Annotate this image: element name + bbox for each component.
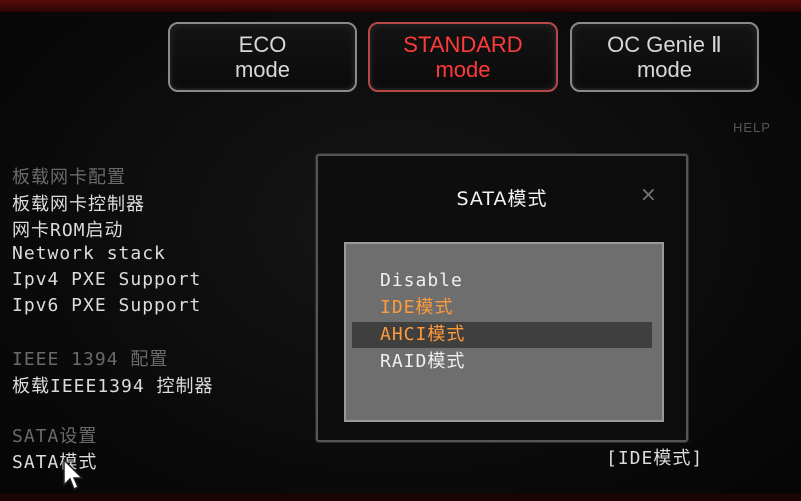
menu-item-ipv6-pxe[interactable]: Ipv6 PXE Support: [12, 295, 201, 316]
menu-section-ieee1394: IEEE 1394 配置: [12, 349, 169, 370]
menu-item-ieee1394-controller[interactable]: 板载IEEE1394 控制器: [12, 372, 214, 398]
option-ahci-mode[interactable]: AHCI模式: [352, 322, 652, 348]
menu-item-ipv4-pxe[interactable]: Ipv4 PXE Support: [12, 269, 201, 290]
eco-mode-label: ECO: [238, 32, 287, 57]
eco-mode-button[interactable]: ECO mode: [168, 22, 357, 92]
help-label: HELP: [733, 120, 771, 135]
dialog-title: SATA模式: [456, 188, 548, 210]
close-icon[interactable]: ×: [640, 182, 657, 206]
option-list: Disable IDE模式 AHCI模式 RAID模式: [344, 242, 664, 422]
menu-section-sata: SATA设置: [12, 426, 98, 447]
option-disable[interactable]: Disable: [352, 268, 652, 294]
oc-genie-mode-button[interactable]: OC Genie Ⅱ mode: [570, 22, 759, 92]
oc-genie-mode-sublabel: mode: [636, 57, 693, 82]
standard-mode-button[interactable]: STANDARD mode: [368, 22, 558, 92]
menu-item-lan-rom-boot[interactable]: 网卡ROM启动: [12, 216, 124, 242]
option-ide-mode[interactable]: IDE模式: [352, 295, 652, 321]
menu-section-onboard-lan: 板载网卡配置: [12, 167, 126, 188]
standard-mode-sublabel: mode: [435, 57, 491, 82]
menu-item-lan-controller[interactable]: 板载网卡控制器: [12, 190, 145, 216]
oc-genie-mode-label: OC Genie Ⅱ: [607, 32, 722, 57]
mouse-pointer-icon: [62, 458, 86, 495]
option-raid-mode[interactable]: RAID模式: [352, 349, 652, 375]
menu-item-network-stack[interactable]: Network stack: [12, 243, 166, 264]
bottom-bar: [0, 493, 801, 501]
eco-mode-sublabel: mode: [234, 57, 291, 82]
sata-mode-dialog: SATA模式 × Disable IDE模式 AHCI模式 RAID模式: [316, 154, 688, 442]
sata-mode-value[interactable]: [IDE模式]: [606, 444, 703, 470]
standard-mode-label: STANDARD: [403, 32, 523, 57]
top-bar: [0, 0, 801, 12]
